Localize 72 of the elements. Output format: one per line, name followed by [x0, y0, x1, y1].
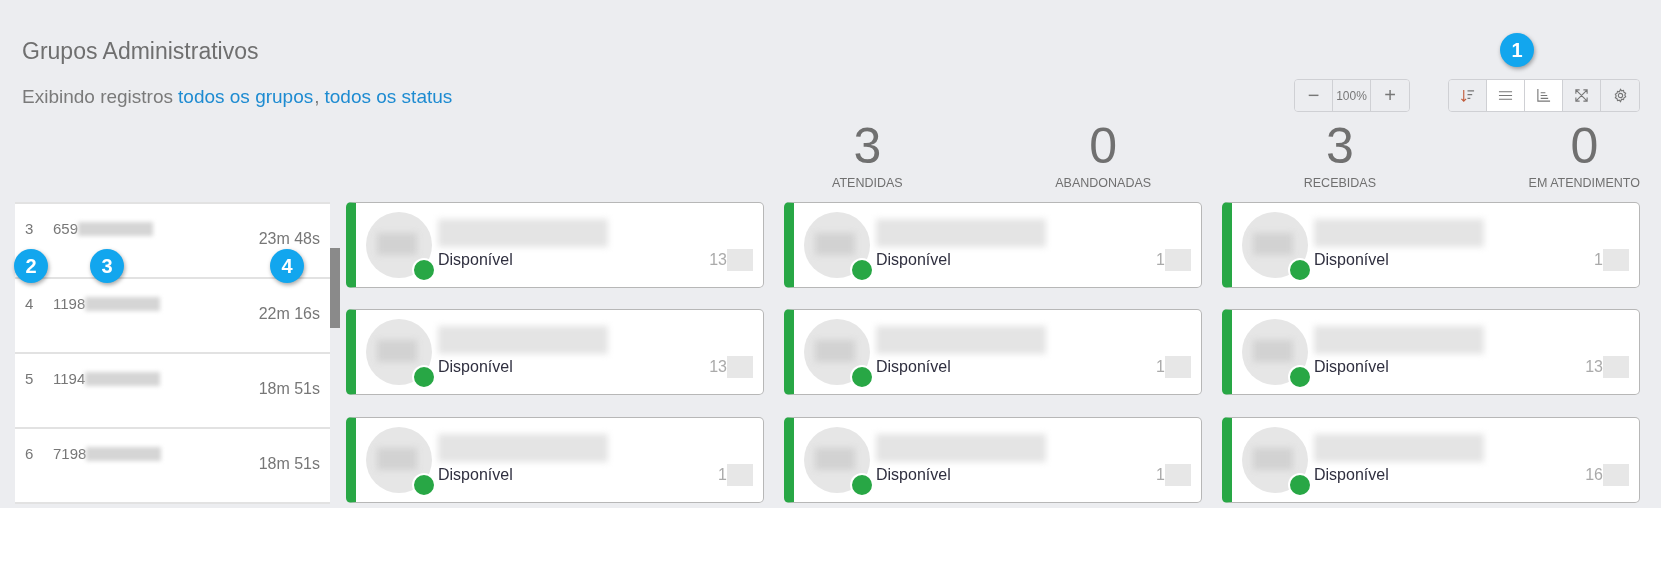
- agent-time: 13: [709, 251, 727, 269]
- phone-number: 659: [53, 220, 79, 237]
- agent-status: Disponível: [1314, 465, 1389, 484]
- sort-icon: [1460, 88, 1475, 103]
- scrollbar-thumb[interactable]: [330, 248, 340, 328]
- stat-label: RECEBIDAS: [1303, 176, 1376, 190]
- queue-position: 4: [25, 295, 35, 312]
- agent-card[interactable]: Disponível 1: [346, 416, 764, 503]
- agent-time: 1: [1156, 358, 1165, 377]
- stat-value: 3: [853, 120, 882, 172]
- agent-status: Disponível: [438, 358, 513, 377]
- separator: ,: [314, 86, 320, 108]
- agent-status: Disponível: [438, 251, 513, 269]
- zoom-out-button[interactable]: −: [1295, 80, 1333, 111]
- stat-label: EM ATENDIMENTO: [1528, 176, 1640, 190]
- filter-label: Exibindo registros: [22, 86, 174, 108]
- agent-card[interactable]: Disponível 1: [784, 309, 1202, 396]
- blurred-text: [1165, 463, 1191, 486]
- sort-button[interactable]: [1449, 80, 1487, 111]
- stat-value: 3: [1325, 120, 1354, 172]
- agent-status: Disponível: [438, 465, 513, 484]
- chart-button[interactable]: [1525, 80, 1563, 111]
- stat-label: ATENDIDAS: [832, 176, 903, 190]
- list-icon: [1498, 88, 1513, 103]
- agent-status: Disponível: [876, 358, 951, 377]
- settings-icon: [1612, 88, 1628, 103]
- agent-time: 1: [1156, 251, 1165, 269]
- blurred-text: [727, 463, 753, 486]
- stat-label: ABANDONADAS: [1055, 176, 1152, 190]
- queue-row[interactable]: 5 1194 18m 51s: [15, 354, 330, 429]
- wait-time: 18m 51s: [258, 455, 320, 473]
- agent-card[interactable]: Disponível 13: [1222, 309, 1640, 396]
- agent-status: Disponível: [876, 465, 951, 484]
- phone-number: 7198: [53, 445, 87, 462]
- agent-status: Disponível: [1314, 251, 1389, 269]
- stat-value: 0: [1089, 120, 1118, 172]
- wait-time: 23m 48s: [258, 230, 320, 248]
- wait-time: 18m 51s: [258, 380, 320, 398]
- queue-position: 3: [25, 220, 35, 237]
- agent-card[interactable]: Disponível 1: [784, 416, 1202, 503]
- queue-position: 5: [25, 370, 35, 387]
- phone-number: 1194: [53, 370, 86, 387]
- agent-card[interactable]: Disponível 13: [346, 309, 764, 396]
- stat-value: 0: [1570, 120, 1599, 172]
- agent-card[interactable]: Disponível 1: [784, 202, 1202, 288]
- agent-time: 1: [1594, 251, 1603, 269]
- agent-status: Disponível: [1314, 358, 1389, 377]
- agent-card[interactable]: Disponível 1: [1222, 202, 1640, 288]
- agent-status: Disponível: [876, 251, 951, 269]
- blurred-text: [727, 249, 753, 271]
- agent-card[interactable]: Disponível 13: [346, 202, 764, 288]
- wait-time: 22m 16s: [258, 305, 320, 323]
- blurred-text: [1165, 249, 1191, 271]
- list-button[interactable]: [1487, 80, 1525, 111]
- blurred-text: [727, 356, 753, 379]
- phone-number: 1198: [53, 295, 86, 312]
- agent-time: 16: [1585, 465, 1603, 484]
- chart-icon: [1536, 88, 1551, 103]
- agent-time: 13: [709, 358, 727, 377]
- queue-row[interactable]: 6 7198 18m 51s: [15, 429, 330, 504]
- queue-position: 6: [25, 445, 35, 462]
- agent-time: 1: [1156, 465, 1165, 484]
- agent-card[interactable]: Disponível 16: [1222, 416, 1640, 503]
- blurred-text: [1603, 463, 1629, 486]
- page-title: Grupos Administrativos: [22, 38, 260, 65]
- blurred-text: [1603, 356, 1629, 379]
- expand-icon: [1574, 88, 1589, 103]
- agent-time: 13: [1585, 358, 1603, 377]
- agent-time: 1: [718, 465, 727, 484]
- step-marker: 1: [1500, 33, 1534, 67]
- blurred-text: [1603, 249, 1629, 271]
- blurred-text: [1165, 356, 1191, 379]
